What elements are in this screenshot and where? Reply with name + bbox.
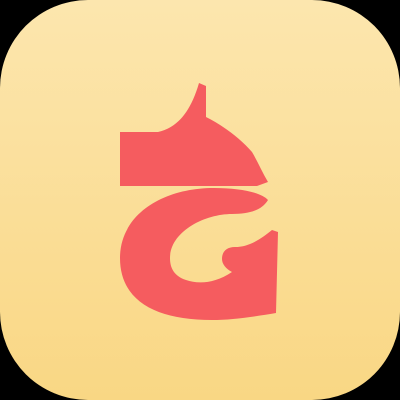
icon-canvas	[0, 0, 400, 400]
app-icon[interactable]	[0, 0, 400, 400]
